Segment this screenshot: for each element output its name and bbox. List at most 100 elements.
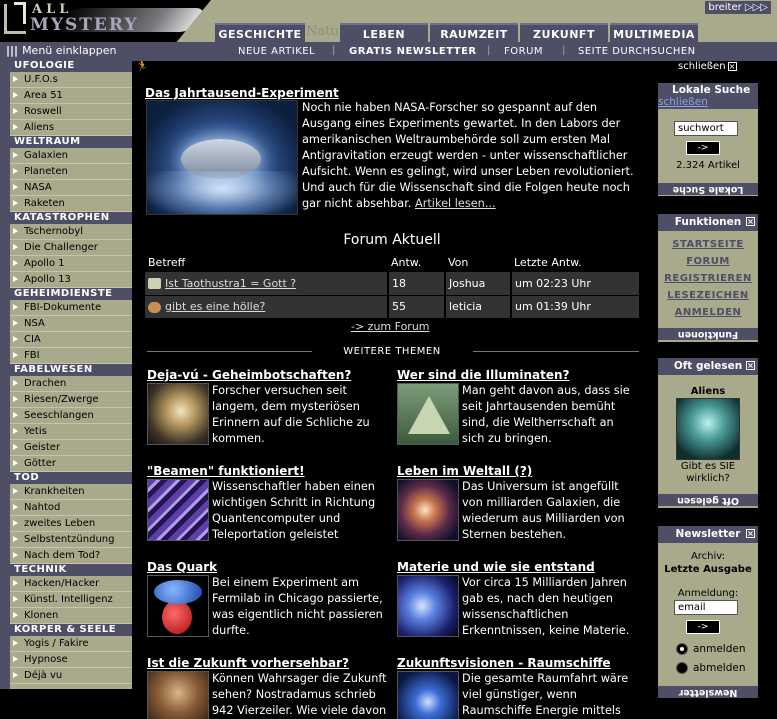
sidebar-item[interactable]: Götter [10, 456, 132, 472]
functions-header: Funktionen × [658, 214, 758, 231]
sidebar-item[interactable]: Nach dem Tod? [10, 548, 132, 564]
sidebar-item[interactable]: NASA [10, 180, 132, 196]
newsletter-box: Newsletter × Archiv: Letzte Ausgabe Anmeld… [658, 526, 758, 698]
sidebar-item[interactable]: U.F.O.s [10, 72, 132, 88]
wider-button[interactable]: breiter ▷▷▷ [705, 1, 771, 14]
menu-collapse-button[interactable]: ||| Menü einklappen [6, 44, 116, 57]
close-icon[interactable]: × [746, 217, 755, 226]
sidebar-item[interactable]: Planeten [10, 164, 132, 180]
sidebar-item[interactable]: Yetis [10, 424, 132, 440]
sidebar-item[interactable]: Roswell [10, 104, 132, 120]
hero-image[interactable] [146, 100, 298, 215]
sidebar-item[interactable]: zweites Leben [10, 516, 132, 532]
sidebar-item[interactable]: Riesen/Zwerge [10, 392, 132, 408]
sidebar-item[interactable]: Aliens [10, 120, 132, 136]
tab-raumzeit[interactable]: RAUMZEIT [430, 23, 518, 42]
teaser-title-link[interactable]: Das Quark [147, 560, 217, 574]
local-search-close-link[interactable]: schließen [658, 97, 758, 109]
newsletter-title: Newsletter [675, 528, 741, 540]
sidebar-item[interactable]: Hypnose [10, 652, 132, 668]
sidebar-item[interactable]: Klonen [10, 608, 132, 624]
function-login-link[interactable]: ANMELDEN [658, 304, 758, 321]
sidebar-item[interactable]: FBI-Dokumente [10, 300, 132, 316]
function-forum-link[interactable]: FORUM [658, 253, 758, 270]
sidebar-item[interactable]: CIA [10, 332, 132, 348]
close-right-panel-button[interactable]: schließen × [678, 61, 737, 72]
sidebar-item[interactable]: Hacken/Hacker [10, 576, 132, 592]
hero-read-more-link[interactable]: Artikel lesen... [415, 197, 496, 210]
to-forum-link[interactable]: -> zum Forum [351, 320, 430, 333]
teaser-image-nostradamus[interactable] [147, 671, 209, 719]
teaser-title-link[interactable]: Zukunftsvisionen - Raumschiffe [397, 656, 611, 670]
sidebar-item[interactable]: Apollo 1 [10, 256, 132, 272]
close-icon[interactable]: × [746, 361, 755, 370]
radio-subscribe[interactable]: anmelden [676, 643, 745, 655]
sidebar-item[interactable]: NSA [10, 316, 132, 332]
teaser-image-galaxy[interactable] [397, 479, 459, 541]
sidebar-item[interactable]: Seeschlangen [10, 408, 132, 424]
sidebar-item[interactable]: Künstl. Intelligenz [10, 592, 132, 608]
forum-subject-cell: Ist Taothustra1 = Gott ? [145, 272, 388, 296]
sidebar-item[interactable]: FBI [10, 348, 132, 364]
hero-title-link[interactable]: Das Jahrtausend-Experiment [145, 86, 339, 100]
subnav-newsletter[interactable]: GRATIS NEWSLETTER [349, 46, 477, 57]
most-read-caption: Gibt es SIE wirklich? [658, 461, 758, 485]
sidebar-item[interactable]: Raketen [10, 196, 132, 212]
function-startseite-link[interactable]: STARTSEITE [658, 236, 758, 253]
close-icon[interactable]: × [746, 529, 755, 538]
forum-topic-link[interactable]: Ist Taothustra1 = Gott ? [165, 277, 296, 290]
sidebar-item-label: U.F.O.s [24, 74, 58, 85]
teaser-text: Wissenschaftler haben einen wichtigen Sc… [212, 480, 376, 541]
subnav-search[interactable]: SEITE DURCHSUCHEN [578, 46, 696, 57]
arrow-right-icon [13, 552, 18, 558]
sidebar-item[interactable]: Area 51 [10, 88, 132, 104]
most-read-item-title[interactable]: Aliens [658, 386, 758, 397]
sidebar-item[interactable]: Selbstentzündung [10, 532, 132, 548]
sidebar-item[interactable]: Déjà vu [10, 668, 132, 684]
subnav-neue-artikel[interactable]: NEUE ARTIKEL [238, 46, 315, 57]
sidebar-item[interactable]: Apollo 13 [10, 272, 132, 288]
sidebar-item[interactable]: Krankheiten [10, 484, 132, 500]
sidebar-item[interactable]: Geister [10, 440, 132, 456]
teaser-title-link[interactable]: "Beamen" funktioniert! [147, 464, 305, 478]
tab-leben[interactable]: LEBEN [340, 23, 428, 42]
subnav-forum[interactable]: FORUM [504, 46, 543, 57]
function-bookmarks-link[interactable]: LESEZEICHEN [658, 287, 758, 304]
forum-topic-link[interactable]: gibt es eine hölle? [165, 300, 265, 313]
sidebar-item-label: Die Challenger [24, 242, 98, 253]
teaser-image-pyramid[interactable] [397, 383, 459, 445]
sidebar-edge [0, 60, 10, 689]
tab-geschichte[interactable]: GESCHICHTE [215, 23, 305, 42]
tab-zukunft[interactable]: ZUKUNFT [520, 23, 608, 42]
radio-unsubscribe[interactable]: abmelden [676, 662, 746, 674]
teaser-image-brain[interactable] [147, 383, 209, 445]
teaser-image-materie[interactable] [397, 575, 459, 637]
newsletter-submit-button[interactable]: -> [686, 620, 720, 634]
sidebar-item[interactable]: Drachen [10, 376, 132, 392]
teaser-title-link[interactable]: Wer sind die Illuminaten? [397, 368, 570, 382]
sidebar-item-label: FBI [24, 350, 40, 361]
sidebar-item[interactable]: Yogis / Fakire [10, 636, 132, 652]
search-submit-button[interactable]: -> [686, 141, 720, 155]
teaser-title-link[interactable]: Ist die Zukunft vorhersehbar? [147, 656, 349, 670]
most-read-image-alien[interactable] [676, 398, 740, 460]
email-field[interactable] [674, 600, 738, 615]
teaser-title-link[interactable]: Leben im Weltall (?) [397, 464, 532, 478]
sidebar-item-label: Apollo 13 [24, 274, 71, 285]
teaser-image-spaceship[interactable] [397, 671, 459, 719]
local-search-box: Lokale Suche schließen -> 2.324 Artikel … [658, 83, 758, 196]
sidebar-item[interactable]: Tschernobyl [10, 224, 132, 240]
teaser-image-beam[interactable] [147, 479, 209, 541]
sidebar-item[interactable]: Die Challenger [10, 240, 132, 256]
search-input[interactable] [674, 121, 738, 136]
latest-issue-link[interactable]: Letzte Ausgabe [664, 564, 751, 575]
teaser-title-link[interactable]: Deja-vú - Geheimbotschaften? [147, 368, 351, 382]
arrow-right-icon [13, 536, 18, 542]
teaser-title-link[interactable]: Materie und wie sie entstand [397, 560, 595, 574]
teaser-image-quark[interactable] [147, 575, 209, 637]
arrow-right-icon [13, 276, 18, 282]
tab-multimedia[interactable]: MULTIMEDIA [610, 23, 698, 42]
sidebar-item[interactable]: Galaxien [10, 148, 132, 164]
function-register-link[interactable]: REGISTRIEREN [658, 270, 758, 287]
sidebar-item[interactable]: Nahtod [10, 500, 132, 516]
